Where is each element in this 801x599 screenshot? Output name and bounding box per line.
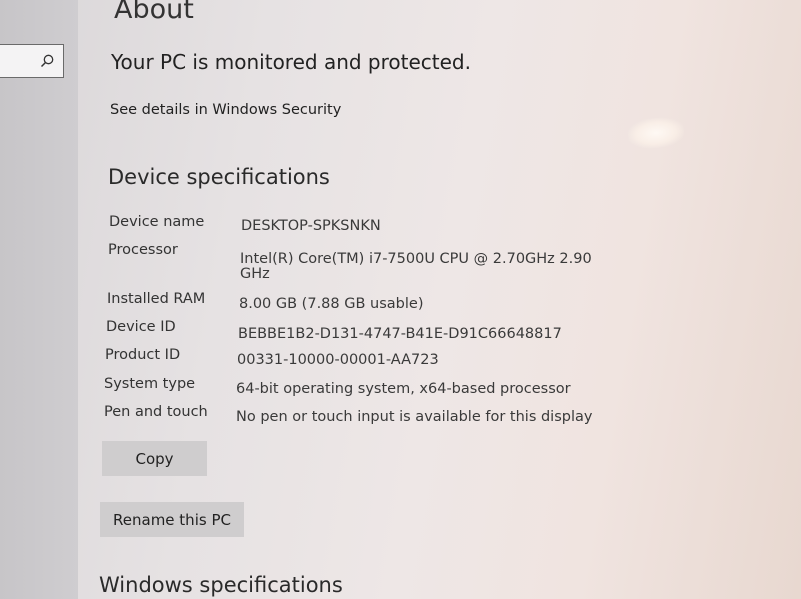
page-title: About [114, 0, 194, 25]
spec-label: Pen and touch [104, 404, 208, 420]
spec-label: Device name [109, 214, 205, 230]
spec-value: 8.00 GB (7.88 GB usable) [239, 296, 424, 312]
spec-value: Intel(R) Core(TM) i7-7500U CPU @ 2.70GHz… [240, 251, 592, 267]
spec-label: System type [104, 376, 196, 392]
spec-label: Product ID [105, 347, 181, 363]
spec-value: 64-bit operating system, x64-based proce… [236, 381, 571, 397]
device-specifications-heading: Device specifications [108, 165, 330, 189]
rename-pc-button[interactable]: Rename this PC [100, 502, 244, 537]
spec-label: Processor [108, 242, 178, 258]
about-page: About Your PC is monitored and protected… [0, 0, 801, 599]
windows-security-link[interactable]: See details in Windows Security [110, 102, 341, 118]
security-status: Your PC is monitored and protected. [111, 50, 471, 74]
spec-value: DESKTOP-SPKSNKN [241, 218, 381, 234]
spec-label: Installed RAM [107, 291, 206, 307]
windows-specifications-heading: Windows specifications [99, 573, 343, 597]
copy-button[interactable]: Copy [102, 441, 207, 476]
spec-value: BEBBE1B2-D131-4747-B41E-D91C66648817 [238, 326, 562, 342]
screen-glare [626, 115, 686, 151]
spec-value-continued: GHz [240, 266, 270, 282]
spec-label: Device ID [106, 319, 176, 335]
spec-value: No pen or touch input is available for t… [236, 409, 593, 425]
spec-value: 00331-10000-00001-AA723 [237, 352, 439, 368]
